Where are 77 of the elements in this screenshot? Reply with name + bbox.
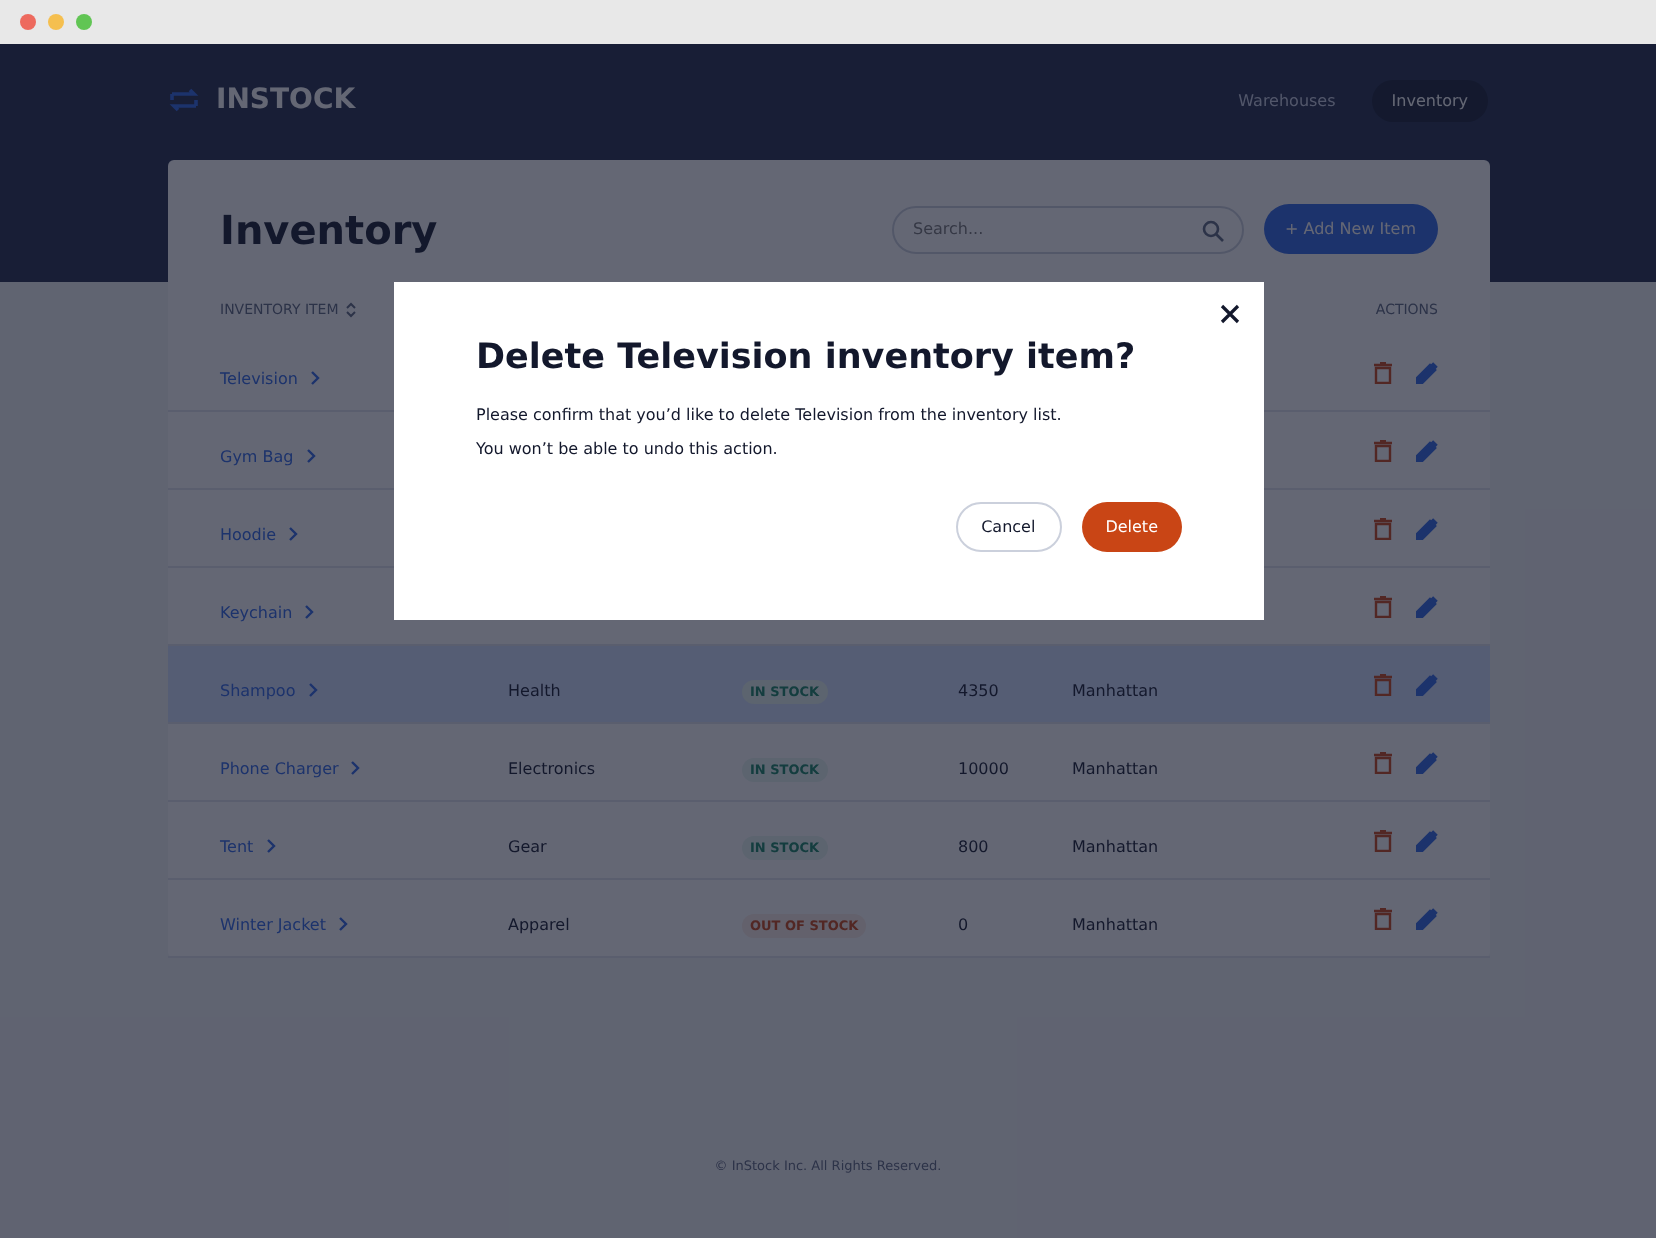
quantity-text: 800	[958, 837, 989, 855]
item-link[interactable]: Keychain	[220, 603, 315, 621]
warehouse-text: Manhattan	[1072, 759, 1159, 777]
chevron-right-icon	[337, 916, 348, 932]
maximize-window-dot[interactable]	[76, 14, 92, 30]
minimize-window-dot[interactable]	[48, 14, 64, 30]
quantity-text: 0	[958, 915, 969, 933]
page-title: Inventory	[220, 205, 440, 253]
dialog-title: Delete Television inventory item?	[476, 338, 1138, 378]
delete-button[interactable]	[1374, 751, 1392, 773]
quantity-text: 10000	[958, 759, 1009, 777]
item-link[interactable]: Phone Charger	[220, 759, 361, 777]
chevron-right-icon	[265, 838, 276, 854]
warehouse-text: Manhattan	[1072, 681, 1159, 699]
edit-button[interactable]	[1416, 439, 1438, 461]
item-link[interactable]: Television	[220, 369, 320, 387]
warehouse-text: Manhattan	[1072, 915, 1159, 933]
chevron-right-icon	[305, 448, 316, 464]
edit-button[interactable]	[1416, 829, 1438, 851]
trash-icon	[1374, 751, 1392, 773]
category-text: Apparel	[508, 915, 570, 933]
trash-icon	[1374, 907, 1392, 929]
pencil-icon	[1416, 751, 1438, 773]
cancel-button[interactable]: Cancel	[955, 502, 1062, 552]
delete-button[interactable]	[1374, 439, 1392, 461]
item-link[interactable]: Hoodie	[220, 525, 299, 543]
pencil-icon	[1416, 517, 1438, 539]
trash-icon	[1374, 517, 1392, 539]
edit-button[interactable]	[1416, 907, 1438, 929]
trash-icon	[1374, 439, 1392, 461]
chevron-right-icon	[309, 370, 320, 386]
item-link[interactable]: Gym Bag	[220, 447, 316, 465]
warehouse-text: Manhattan	[1072, 837, 1159, 855]
add-item-button[interactable]: + Add New Item	[1263, 204, 1438, 254]
quantity-text: 4350	[958, 681, 999, 699]
chevron-right-icon	[288, 526, 299, 542]
edit-button[interactable]	[1416, 751, 1438, 773]
close-button[interactable]	[1220, 304, 1240, 324]
dialog-text: Please confirm that you’d like to delete Television from the inventory list.	[476, 406, 1064, 424]
delete-button[interactable]: Delete	[1081, 502, 1182, 552]
pencil-icon	[1416, 439, 1438, 461]
item-link[interactable]: Shampoo	[220, 681, 318, 699]
close-icon	[1220, 304, 1240, 324]
chevron-right-icon	[350, 760, 361, 776]
trash-icon	[1374, 673, 1392, 695]
delete-button[interactable]	[1374, 517, 1392, 539]
delete-button[interactable]	[1374, 361, 1392, 383]
trash-icon	[1374, 829, 1392, 851]
category-text: Electronics	[508, 759, 596, 777]
close-window-dot[interactable]	[20, 14, 36, 30]
edit-button[interactable]	[1416, 673, 1438, 695]
pencil-icon	[1416, 673, 1438, 695]
edit-button[interactable]	[1416, 361, 1438, 383]
pencil-icon	[1416, 595, 1438, 617]
dialog-text: You won’t be able to undo this action.	[476, 440, 780, 458]
delete-button[interactable]	[1374, 907, 1392, 929]
item-link[interactable]: Winter Jacket	[220, 915, 348, 933]
edit-button[interactable]	[1416, 595, 1438, 617]
sort-icon[interactable]	[346, 302, 357, 318]
delete-button[interactable]	[1374, 673, 1392, 695]
delete-button[interactable]	[1374, 829, 1392, 851]
chevron-right-icon	[307, 682, 318, 698]
search-icon	[1201, 219, 1224, 241]
chevron-right-icon	[304, 604, 315, 620]
category-text: Gear	[508, 837, 547, 855]
pencil-icon	[1416, 907, 1438, 929]
trash-icon	[1374, 595, 1392, 617]
nav-tab[interactable]: Inventory	[1371, 79, 1488, 121]
pencil-icon	[1416, 829, 1438, 851]
logo-text: INSTOCK	[216, 84, 356, 116]
delete-button[interactable]	[1374, 595, 1392, 617]
trash-icon	[1374, 361, 1392, 383]
item-link[interactable]: Tent	[220, 837, 276, 855]
edit-button[interactable]	[1416, 517, 1438, 539]
pencil-icon	[1416, 361, 1438, 383]
category-text: Health	[508, 681, 561, 699]
logo-icon	[168, 84, 200, 116]
